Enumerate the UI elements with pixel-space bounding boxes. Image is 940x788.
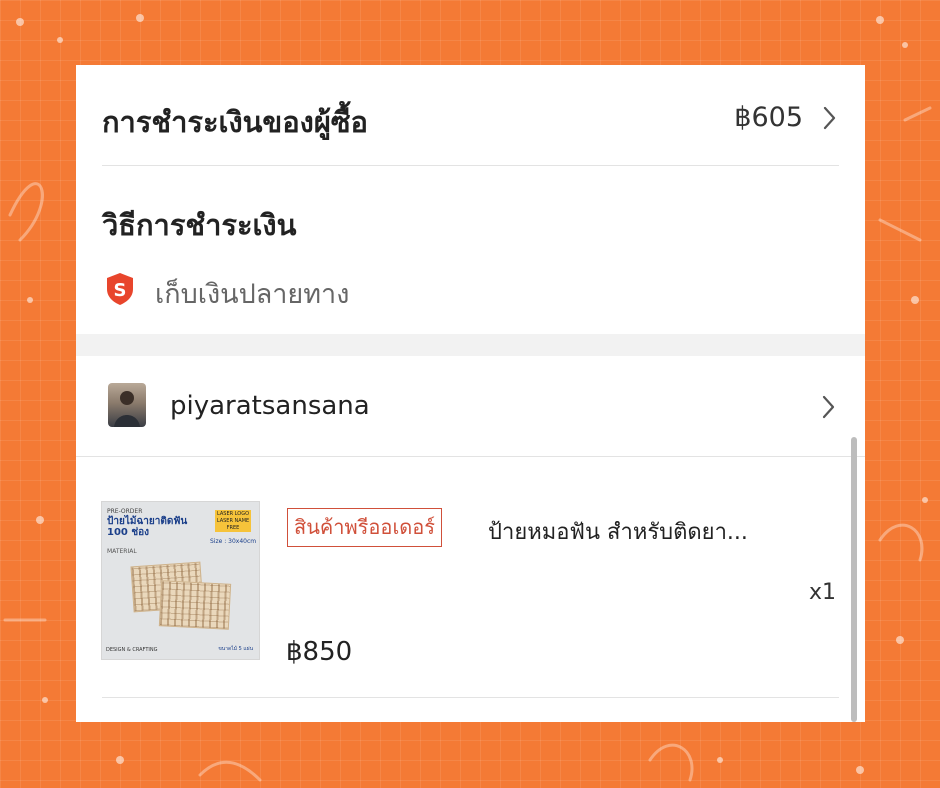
payment-method-value: เก็บเงินปลายทาง — [155, 279, 350, 310]
seller-name[interactable]: piyaratsansana — [170, 391, 370, 421]
product-thumbnail[interactable]: PRE-ORDER ป้ายไม้ฉายาติดฟัน 100 ช่อง MAT… — [101, 501, 260, 660]
thumbnail-footer-left: DESIGN & CRAFTING — [106, 647, 158, 653]
buyer-payment-amount: ฿605 — [734, 102, 803, 133]
order-detail-card: การชำระเงินของผู้ซื้อ ฿605 วิธีการชำระเง… — [76, 65, 865, 722]
thumbnail-footer-right: ขนาดไม้ 5 แผ่น — [218, 646, 253, 652]
divider — [76, 456, 865, 457]
section-separator — [76, 334, 865, 356]
buyer-payment-row[interactable]: การชำระเงินของผู้ซื้อ ฿605 — [76, 65, 865, 166]
product-board-image — [158, 580, 232, 630]
shopee-shield-icon: S — [107, 273, 133, 305]
product-quantity: x1 — [808, 580, 836, 605]
thumbnail-headline: ป้ายไม้ฉายาติดฟัน 100 ช่อง — [107, 516, 188, 538]
scrollbar[interactable] — [851, 437, 857, 722]
thumbnail-size-text: Size : 30x40cm — [210, 538, 257, 545]
chevron-right-icon[interactable] — [818, 392, 838, 422]
payment-method-title: วิธีการชำระเงิน — [102, 208, 297, 242]
seller-avatar — [108, 383, 146, 427]
thumbnail-subtext: MATERIAL — [107, 548, 137, 555]
product-title[interactable]: ป้ายหมอฟัน สำหรับติดยา... — [488, 514, 844, 549]
product-price: ฿850 — [286, 637, 353, 667]
buyer-payment-label: การชำระเงินของผู้ซื้อ — [102, 105, 368, 139]
divider — [102, 165, 839, 166]
preorder-badge: สินค้าพรีออเดอร์ — [287, 508, 443, 547]
svg-text:S: S — [114, 280, 127, 301]
chevron-right-icon — [823, 106, 836, 130]
divider — [102, 697, 839, 698]
thumbnail-badge: LASER LOGO LASER NAME FREE — [215, 510, 251, 532]
thumbnail-top-text: PRE-ORDER — [107, 508, 143, 515]
